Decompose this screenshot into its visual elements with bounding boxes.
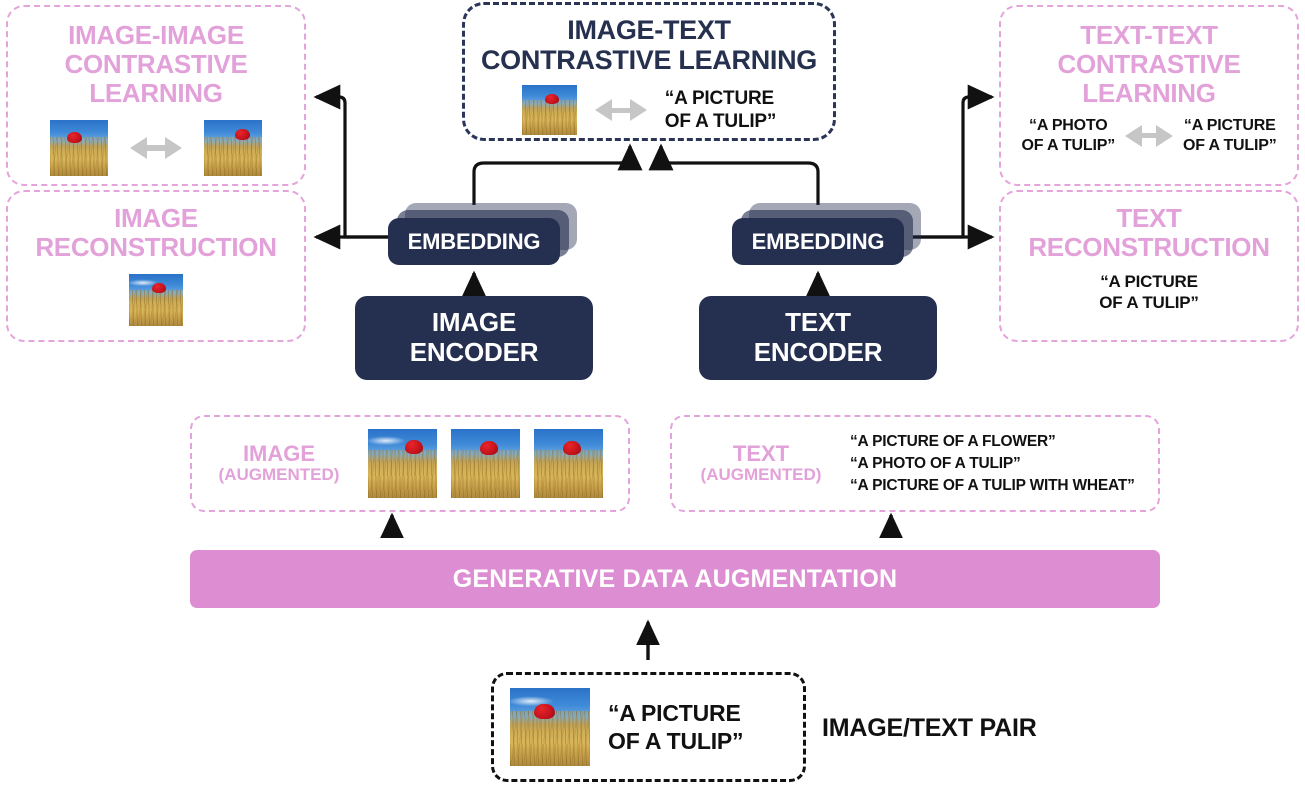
encoder-line: ENCODER xyxy=(753,337,883,367)
panel-text-text-contrastive: TEXT-TEXT CONTRASTIVE LEARNING “A PHOTO … xyxy=(999,5,1299,186)
image-pair-row xyxy=(8,120,304,177)
caption-line: OF A TULIP” xyxy=(664,111,777,133)
caption-line: OF A TULIP” xyxy=(608,728,744,754)
image-augmented-label: IMAGE (AUGMENTED) xyxy=(204,441,354,485)
augmented-label-main: TEXT xyxy=(732,441,790,467)
text-left-caption: “A PHOTO OF A TULIP” xyxy=(1022,116,1116,155)
caption-line: “A PICTURE xyxy=(1100,272,1198,292)
augmented-label-sub: (AUGMENTED) xyxy=(700,465,822,485)
text-reconstruction-caption: “A PICTURE OF A TULIP” xyxy=(1001,272,1297,313)
tulip-in-wheat-image xyxy=(534,429,603,498)
image-encoder-box: IMAGE ENCODER xyxy=(355,296,593,380)
text-encoder-label: TEXT ENCODER xyxy=(753,307,883,368)
caption-line: “A PICTURE xyxy=(608,699,741,726)
tulip-in-wheat-image xyxy=(204,120,262,177)
reconstructed-image-row xyxy=(8,274,304,327)
text-pair-row: “A PHOTO OF A TULIP” “A PICTURE OF A TUL… xyxy=(1001,116,1297,155)
gray-double-arrow-icon xyxy=(594,99,647,122)
title-line: CONTRASTIVE LEARNING xyxy=(480,45,817,76)
gray-double-arrow-icon xyxy=(1125,124,1173,147)
text-augmented-label: TEXT (AUGMENTED) xyxy=(686,441,836,485)
panel-title-image-image-contrastive: IMAGE-IMAGE CONTRASTIVE LEARNING xyxy=(8,20,304,109)
title-line: IMAGE xyxy=(114,203,198,233)
panel-text-reconstruction: TEXT RECONSTRUCTION “A PICTURE OF A TULI… xyxy=(999,190,1299,342)
title-line: TEXT-TEXT xyxy=(1080,20,1218,50)
list-item: “A PICTURE OF A TULIP WITH WHEAT” xyxy=(850,476,1135,494)
text-right-caption: “A PICTURE OF A TULIP” xyxy=(1183,116,1277,155)
tulip-in-wheat-image xyxy=(368,429,437,498)
tulip-in-wheat-image xyxy=(451,429,520,498)
image-embedding-stack: EMBEDDING xyxy=(372,203,590,265)
panel-title-text-reconstruction: TEXT RECONSTRUCTION xyxy=(1001,203,1297,263)
gray-double-arrow-icon xyxy=(130,136,182,160)
panel-text-augmented: TEXT (AUGMENTED) “A PICTURE OF A FLOWER”… xyxy=(670,415,1160,512)
text-embedding-stack: EMBEDDING xyxy=(716,203,934,265)
caption-line: “A PHOTO xyxy=(1029,117,1108,135)
title-line: CONTRASTIVE xyxy=(1057,49,1241,80)
pair-row: “A PICTURE OF A TULIP” xyxy=(494,675,803,779)
text-encoder-box: TEXT ENCODER xyxy=(699,296,937,380)
text-augmented-row: TEXT (AUGMENTED) “A PICTURE OF A FLOWER”… xyxy=(672,417,1158,510)
image-encoder-label: IMAGE ENCODER xyxy=(409,307,539,368)
caption-line: “A PICTURE xyxy=(1183,117,1276,135)
panel-image-image-contrastive: IMAGE-IMAGE CONTRASTIVE LEARNING xyxy=(6,5,306,186)
diagram-canvas: IMAGE-IMAGE CONTRASTIVE LEARNING IMAGE R… xyxy=(0,0,1305,789)
encoder-line: IMAGE xyxy=(431,307,517,338)
title-line: TEXT xyxy=(1116,203,1182,233)
title-line: IMAGE-IMAGE xyxy=(68,20,244,50)
tulip-in-wheat-image xyxy=(129,274,183,327)
title-line: RECONSTRUCTION xyxy=(35,232,277,263)
augmented-label-main: IMAGE xyxy=(242,441,316,467)
title-line: CONTRASTIVE xyxy=(64,49,248,80)
generative-data-augmentation-bar: GENERATIVE DATA AUGMENTATION xyxy=(190,550,1160,608)
image-embedding-label: EMBEDDING xyxy=(407,228,541,254)
list-item: “A PICTURE OF A FLOWER” xyxy=(850,432,1056,450)
caption-line: OF A TULIP” xyxy=(1021,136,1116,154)
panel-image-reconstruction: IMAGE RECONSTRUCTION xyxy=(6,190,306,342)
title-line: LEARNING xyxy=(89,78,223,109)
panel-image-text-contrastive: IMAGE-TEXT CONTRASTIVE LEARNING “A PICTU… xyxy=(462,2,836,141)
panel-image-augmented: IMAGE (AUGMENTED) xyxy=(190,415,630,512)
panel-title-image-text-contrastive: IMAGE-TEXT CONTRASTIVE LEARNING xyxy=(465,15,833,75)
text-embedding-label: EMBEDDING xyxy=(751,228,885,254)
caption-line: OF A TULIP” xyxy=(1183,136,1277,154)
generative-bar-label: GENERATIVE DATA AUGMENTATION xyxy=(452,564,898,593)
image-text-pair-label: IMAGE/TEXT PAIR xyxy=(822,714,1037,742)
caption-line: “A PICTURE xyxy=(664,88,774,110)
panel-image-text-pair: “A PICTURE OF A TULIP” xyxy=(491,672,806,782)
image-text-caption: “A PICTURE OF A TULIP” xyxy=(664,87,777,133)
caption-line: OF A TULIP” xyxy=(1099,292,1199,312)
pair-caption: “A PICTURE OF A TULIP” xyxy=(608,699,744,755)
panel-title-text-text-contrastive: TEXT-TEXT CONTRASTIVE LEARNING xyxy=(1001,20,1297,109)
tulip-in-wheat-image xyxy=(521,85,577,136)
title-line: IMAGE-TEXT xyxy=(567,15,731,45)
image-text-pair-row: “A PICTURE OF A TULIP” xyxy=(465,85,833,136)
encoder-line: ENCODER xyxy=(409,337,539,367)
augmented-label-sub: (AUGMENTED) xyxy=(218,465,340,485)
panel-title-image-reconstruction: IMAGE RECONSTRUCTION xyxy=(8,203,304,263)
title-line: RECONSTRUCTION xyxy=(1028,232,1270,263)
tulip-in-wheat-image xyxy=(50,120,108,177)
title-line: LEARNING xyxy=(1082,78,1216,109)
augmented-text-list: “A PICTURE OF A FLOWER” “A PHOTO OF A TU… xyxy=(850,431,1135,497)
encoder-line: TEXT xyxy=(785,307,851,338)
tulip-in-wheat-image xyxy=(510,688,590,766)
list-item: “A PHOTO OF A TULIP” xyxy=(850,454,1021,472)
image-augmented-row: IMAGE (AUGMENTED) xyxy=(192,417,628,510)
